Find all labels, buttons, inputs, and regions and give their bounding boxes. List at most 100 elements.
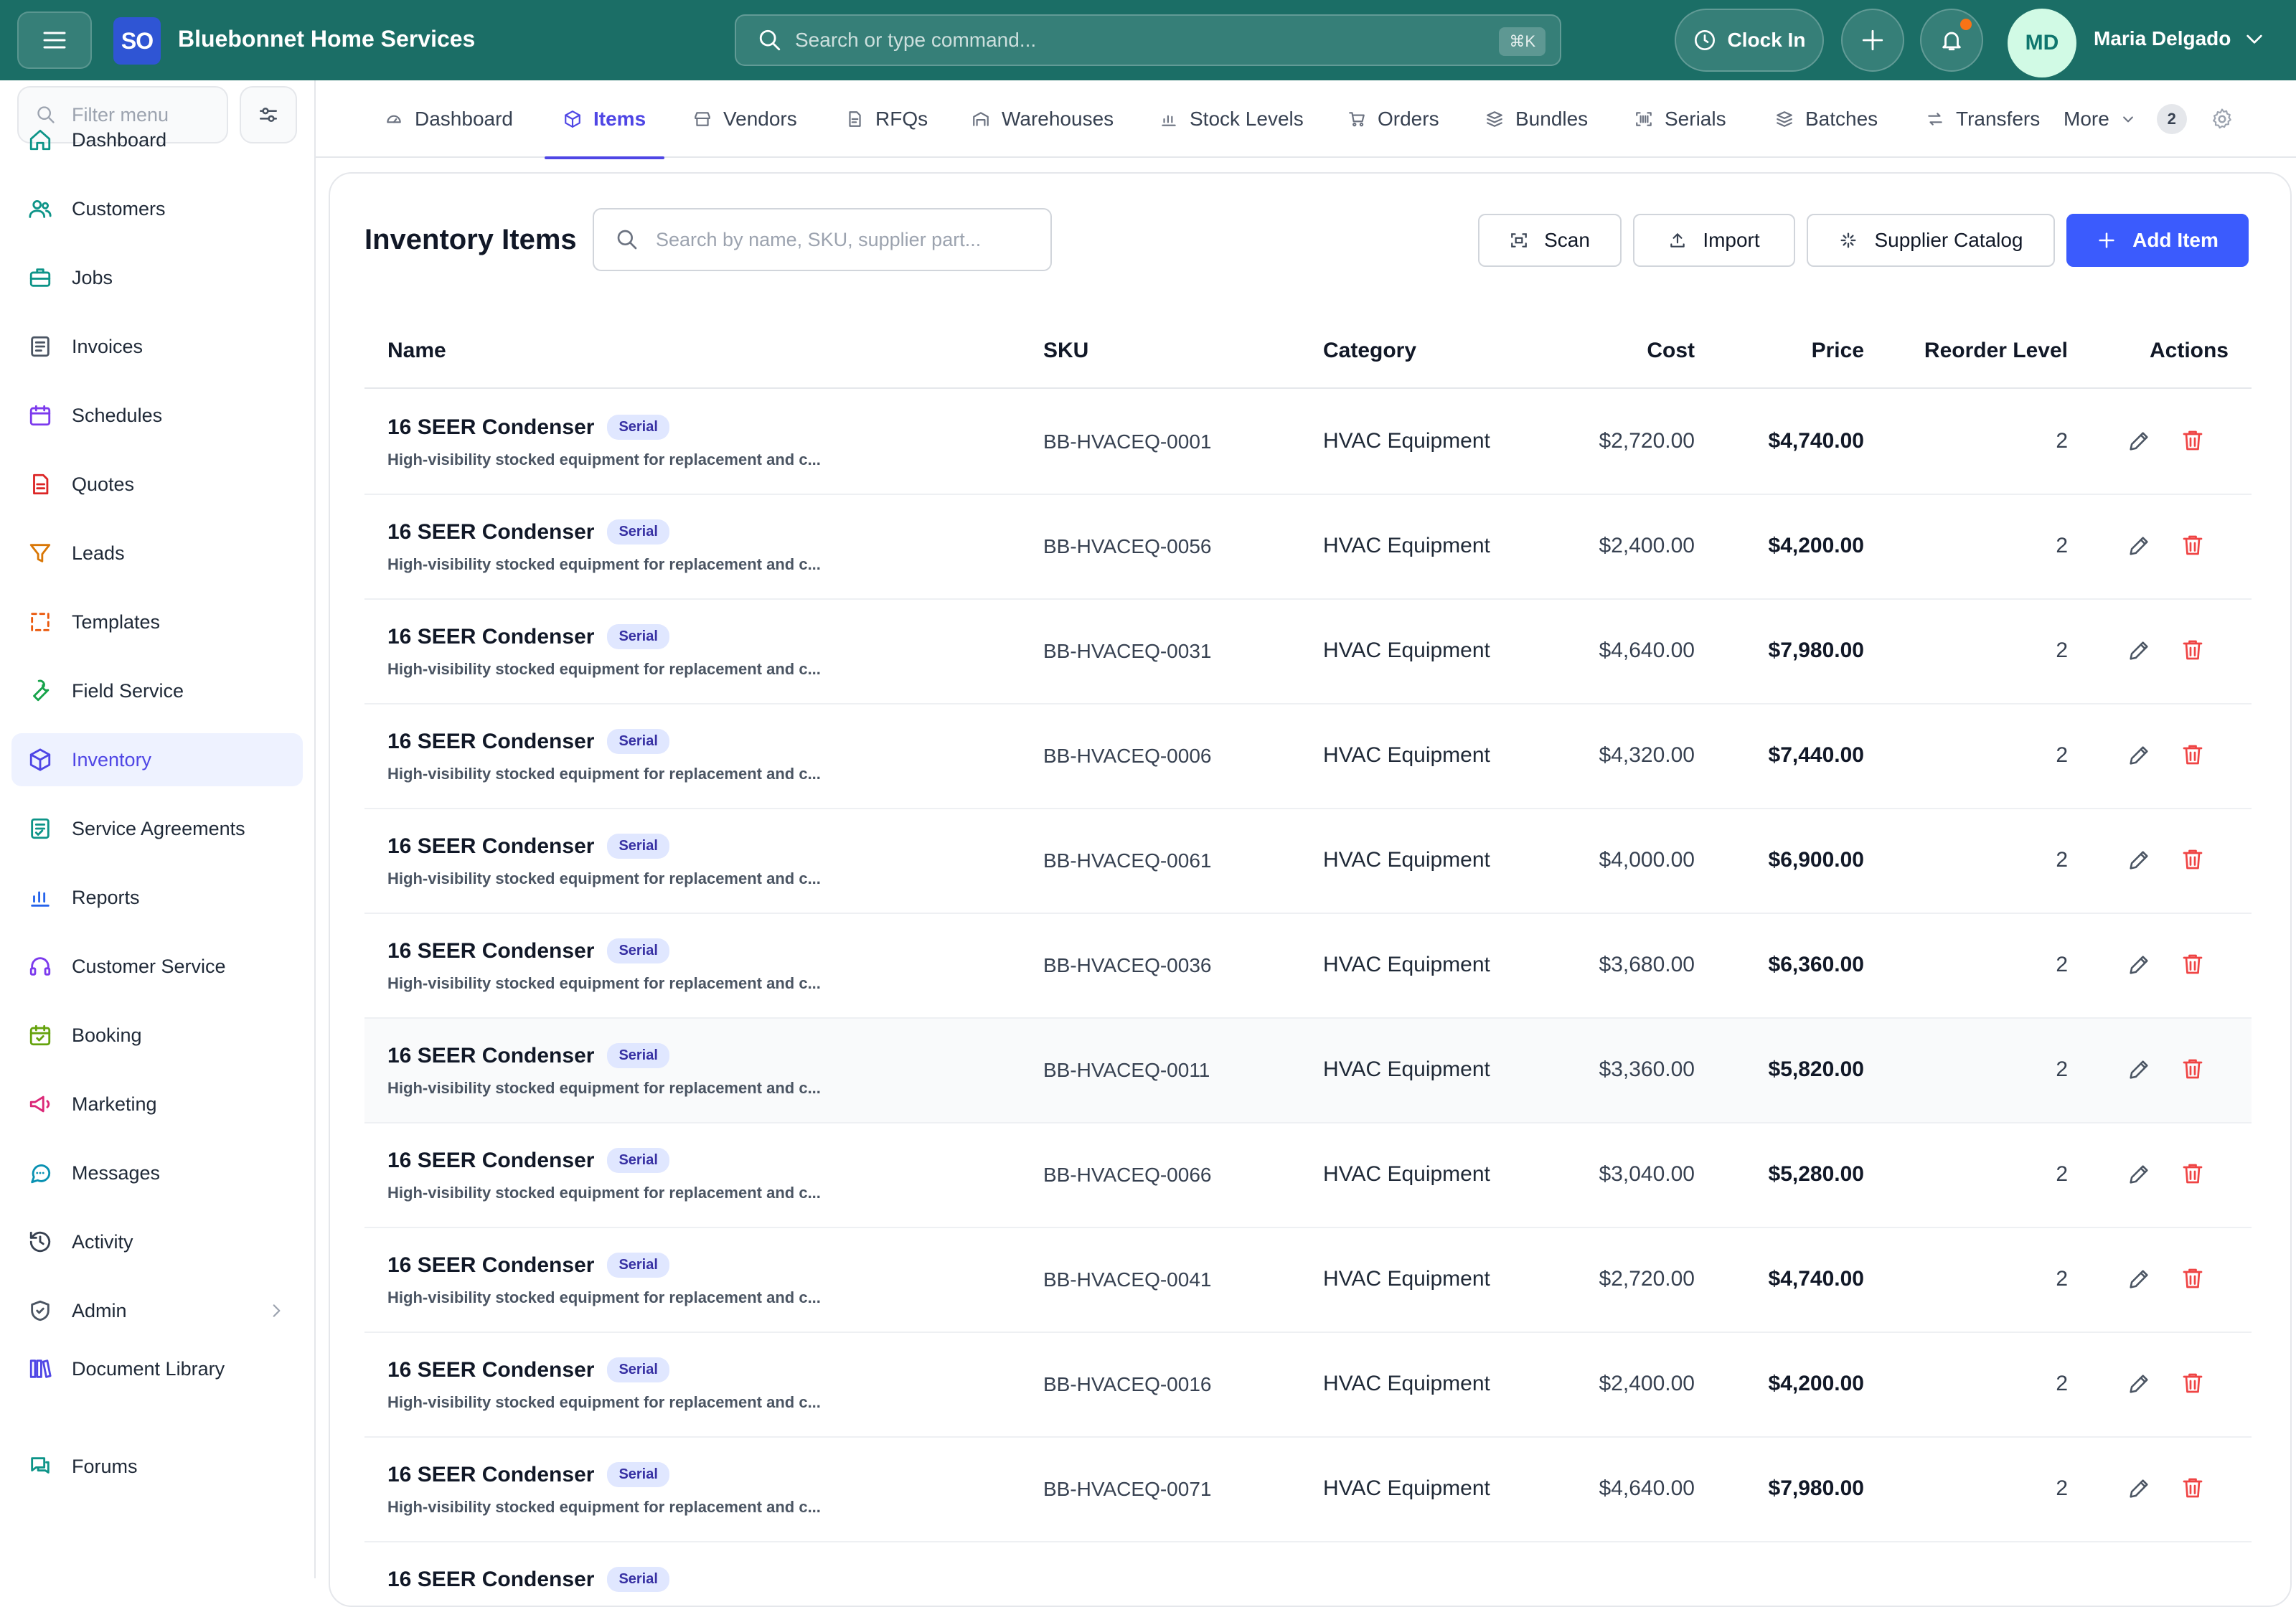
sidebar-item-customer-service[interactable]: Customer Service	[11, 940, 303, 993]
table-row[interactable]: 16 SEER Condenser Serial High-visibility s…	[364, 390, 2252, 495]
table-row[interactable]: 16 SEER Condenser Serial High-visibility s…	[364, 1123, 2252, 1228]
table-row[interactable]: 16 SEER Condenser Serial High-visibility s…	[364, 600, 2252, 704]
delete-trash-icon[interactable]	[2180, 637, 2206, 663]
tab-bundles[interactable]: Bundles	[1485, 80, 1588, 158]
app-logo[interactable]: SO	[113, 17, 161, 65]
delete-trash-icon[interactable]	[2180, 742, 2206, 768]
edit-pencil-icon[interactable]	[2127, 953, 2151, 977]
edit-pencil-icon[interactable]	[2127, 743, 2151, 768]
sidebar-item-reports[interactable]: Reports	[11, 871, 303, 924]
table-row[interactable]: 16 SEER Condenser Serial High-visibility s…	[364, 809, 2252, 914]
delete-trash-icon[interactable]	[2180, 532, 2206, 558]
sidebar-item-inventory[interactable]: Inventory	[11, 733, 303, 786]
sidebar-item-invoices[interactable]: Invoices	[11, 320, 303, 373]
menu-button[interactable]	[17, 11, 92, 69]
clock-in-button[interactable]: Clock In	[1675, 9, 1824, 72]
edit-pencil-icon[interactable]	[2127, 1162, 2151, 1187]
sidebar-item-marketing[interactable]: Marketing	[11, 1078, 303, 1131]
import-button[interactable]: Import	[1633, 214, 1795, 267]
tab-dashboard[interactable]: Dashboard	[385, 80, 513, 158]
item-name[interactable]: 16 SEER Condenser	[387, 415, 594, 440]
sidebar-item-forums[interactable]: Forums	[11, 1440, 303, 1493]
tab-serials[interactable]: Serials	[1634, 80, 1726, 158]
item-name[interactable]: 16 SEER Condenser	[387, 520, 594, 545]
delete-trash-icon[interactable]	[2180, 1161, 2206, 1187]
sidebar-item-document-library[interactable]: Document Library	[11, 1342, 303, 1395]
header-category[interactable]: Category	[1323, 339, 1416, 363]
item-search-input[interactable]: Search by name, SKU, supplier part...	[593, 208, 1052, 271]
edit-pencil-icon[interactable]	[2127, 638, 2151, 663]
quick-add-button[interactable]	[1841, 9, 1904, 72]
item-name[interactable]: 16 SEER Condenser	[387, 730, 594, 754]
edit-pencil-icon[interactable]	[2127, 1267, 2151, 1291]
tab-stock-levels[interactable]: Stock Levels	[1159, 80, 1304, 158]
sidebar-item-activity[interactable]: Activity	[11, 1215, 303, 1268]
sidebar-item-leads[interactable]: Leads	[11, 527, 303, 580]
sidebar-item-jobs[interactable]: Jobs	[11, 251, 303, 304]
tab-batches[interactable]: Batches	[1775, 80, 1878, 158]
sidebar-item-field-service[interactable]: Field Service	[11, 664, 303, 717]
table-row[interactable]: 16 SEER Condenser Serial High-visibility s…	[364, 704, 2252, 809]
sidebar-item-templates[interactable]: Templates	[11, 595, 303, 649]
table-row[interactable]: 16 SEER Condenser Serial High-visibility s…	[364, 1019, 2252, 1123]
header-price[interactable]: Price	[1812, 339, 1864, 363]
delete-trash-icon[interactable]	[2180, 1266, 2206, 1291]
item-name[interactable]: 16 SEER Condenser	[387, 1253, 594, 1278]
item-name[interactable]: 16 SEER Condenser	[387, 834, 594, 859]
delete-trash-icon[interactable]	[2180, 1370, 2206, 1396]
table-row[interactable]: 16 SEER Condenser Serial High-visibility s…	[364, 495, 2252, 600]
tab-more[interactable]: More 2	[2064, 80, 2187, 158]
user-name[interactable]: Maria Delgado	[2094, 27, 2231, 50]
sidebar-item-dashboard[interactable]: Dashboard	[11, 113, 303, 166]
item-name[interactable]: 16 SEER Condenser	[387, 1568, 594, 1592]
table-row[interactable]: 16 SEER Condenser Serial High-visibility s…	[364, 1228, 2252, 1333]
header-sku[interactable]: SKU	[1043, 339, 1088, 363]
tab-items[interactable]: Items	[545, 80, 665, 159]
item-name[interactable]: 16 SEER Condenser	[387, 939, 594, 963]
sidebar-item-customers[interactable]: Customers	[11, 182, 303, 235]
item-name[interactable]: 16 SEER Condenser	[387, 625, 594, 649]
tab-settings[interactable]	[2210, 80, 2234, 158]
edit-pencil-icon[interactable]	[2127, 429, 2151, 453]
notifications-button[interactable]	[1920, 9, 1983, 72]
sidebar-item-messages[interactable]: Messages	[11, 1146, 303, 1200]
delete-trash-icon[interactable]	[2180, 1056, 2206, 1082]
edit-pencil-icon[interactable]	[2127, 1372, 2151, 1396]
chevron-down-icon[interactable]	[2243, 27, 2266, 50]
item-name[interactable]: 16 SEER Condenser	[387, 1463, 594, 1487]
sidebar-item-schedules[interactable]: Schedules	[11, 389, 303, 442]
edit-pencil-icon[interactable]	[2127, 848, 2151, 872]
tab-vendors[interactable]: Vendors	[693, 80, 797, 158]
tab-orders[interactable]: Orders	[1347, 80, 1439, 158]
sidebar-item-admin[interactable]: Admin	[11, 1284, 303, 1337]
tab-rfqs[interactable]: RFQs	[845, 80, 928, 158]
add-item-button[interactable]: Add Item	[2066, 214, 2249, 267]
table-row[interactable]: 16 SEER Condenser Serial High-visibility s…	[364, 1333, 2252, 1438]
delete-trash-icon[interactable]	[2180, 1475, 2206, 1501]
tab-warehouses[interactable]: Warehouses	[971, 80, 1114, 158]
table-row[interactable]: 16 SEER Condenser Serial High-visibility s…	[364, 914, 2252, 1019]
sidebar-item-quotes[interactable]: Quotes	[11, 458, 303, 511]
item-name[interactable]: 16 SEER Condenser	[387, 1358, 594, 1382]
item-name[interactable]: 16 SEER Condenser	[387, 1044, 594, 1068]
scan-button[interactable]: Scan	[1478, 214, 1622, 267]
table-row[interactable]: 16 SEER Condenser Serial High-visibility s…	[364, 1438, 2252, 1542]
tab-transfers[interactable]: Transfers	[1926, 80, 2040, 158]
supplier-catalog-button[interactable]: Supplier Catalog	[1807, 214, 2055, 267]
delete-trash-icon[interactable]	[2180, 428, 2206, 453]
edit-pencil-icon[interactable]	[2127, 1476, 2151, 1501]
table-row[interactable]: 16 SEER Condenser Serial	[364, 1542, 2252, 1606]
delete-trash-icon[interactable]	[2180, 847, 2206, 872]
avatar[interactable]: MD	[2008, 9, 2076, 77]
sidebar-item-service-agreements[interactable]: Service Agreements	[11, 802, 303, 855]
item-description: High-visibility stocked equipment for re…	[387, 974, 821, 992]
sidebar-item-booking[interactable]: Booking	[11, 1009, 303, 1062]
header-reorder-level[interactable]: Reorder Level	[1924, 339, 2068, 363]
edit-pencil-icon[interactable]	[2127, 534, 2151, 558]
delete-trash-icon[interactable]	[2180, 951, 2206, 977]
header-cost[interactable]: Cost	[1647, 339, 1695, 363]
command-search-input[interactable]: Search or type command... ⌘K	[735, 14, 1561, 66]
edit-pencil-icon[interactable]	[2127, 1057, 2151, 1082]
item-name[interactable]: 16 SEER Condenser	[387, 1149, 594, 1173]
header-name[interactable]: Name	[387, 339, 446, 363]
